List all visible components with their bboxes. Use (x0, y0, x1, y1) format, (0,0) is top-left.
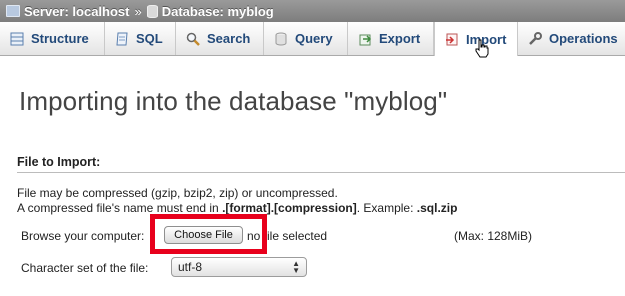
query-icon (274, 32, 288, 46)
tab-structure[interactable]: Structure (0, 22, 105, 55)
filename-note-mid: . Example: (356, 201, 417, 215)
import-icon (445, 32, 459, 46)
tab-label: Structure (31, 31, 89, 46)
charset-select[interactable]: utf-8 ▲ ▼ (171, 257, 307, 277)
compression-note: File may be compressed (gzip, bzip2, zip… (17, 186, 338, 200)
section-title: File to Import: (17, 155, 101, 169)
filename-note-prefix: A compressed file's name must end in (17, 201, 223, 215)
operations-icon (528, 31, 542, 46)
tab-label: SQL (136, 31, 163, 46)
tab-search[interactable]: Search (176, 22, 264, 55)
section-divider (17, 172, 625, 173)
tab-export[interactable]: Export (348, 22, 434, 55)
max-size-text: (Max: 128MiB) (454, 229, 533, 243)
tab-label: Query (295, 31, 333, 46)
tab-label: Export (379, 31, 421, 46)
structure-icon (10, 32, 24, 46)
breadcrumb-database[interactable]: Database: myblog (162, 4, 274, 19)
charset-label: Character set of the file: (21, 261, 149, 275)
tab-bar: Structure SQL Search Query Export Import (0, 22, 625, 56)
tab-operations[interactable]: Operations (518, 22, 625, 55)
browse-label: Browse your computer: (21, 229, 145, 243)
filename-note-example: .sql.zip (416, 201, 458, 215)
tab-query[interactable]: Query (264, 22, 348, 55)
page-title: Importing into the database "myblog" (19, 86, 448, 116)
sql-icon (115, 32, 129, 46)
hand-cursor-icon (475, 39, 489, 63)
breadcrumb-separator: » (134, 3, 142, 19)
tab-label: Operations (549, 31, 618, 46)
charset-value: utf-8 (178, 260, 203, 274)
server-icon (6, 5, 20, 17)
tab-sql[interactable]: SQL (105, 22, 176, 55)
filename-note: A compressed file's name must end in .[f… (17, 201, 457, 215)
filename-note-format: .[format].[compression] (222, 201, 357, 215)
breadcrumb-server[interactable]: Server: localhost (24, 4, 130, 19)
highlight-box (150, 214, 267, 254)
breadcrumb-bar: Server: localhost » Database: myblog (0, 0, 625, 22)
database-icon (146, 4, 158, 18)
search-icon (186, 32, 200, 46)
tab-label: Search (207, 31, 251, 46)
select-arrows-icon: ▲ ▼ (292, 259, 300, 275)
export-icon (358, 32, 372, 46)
